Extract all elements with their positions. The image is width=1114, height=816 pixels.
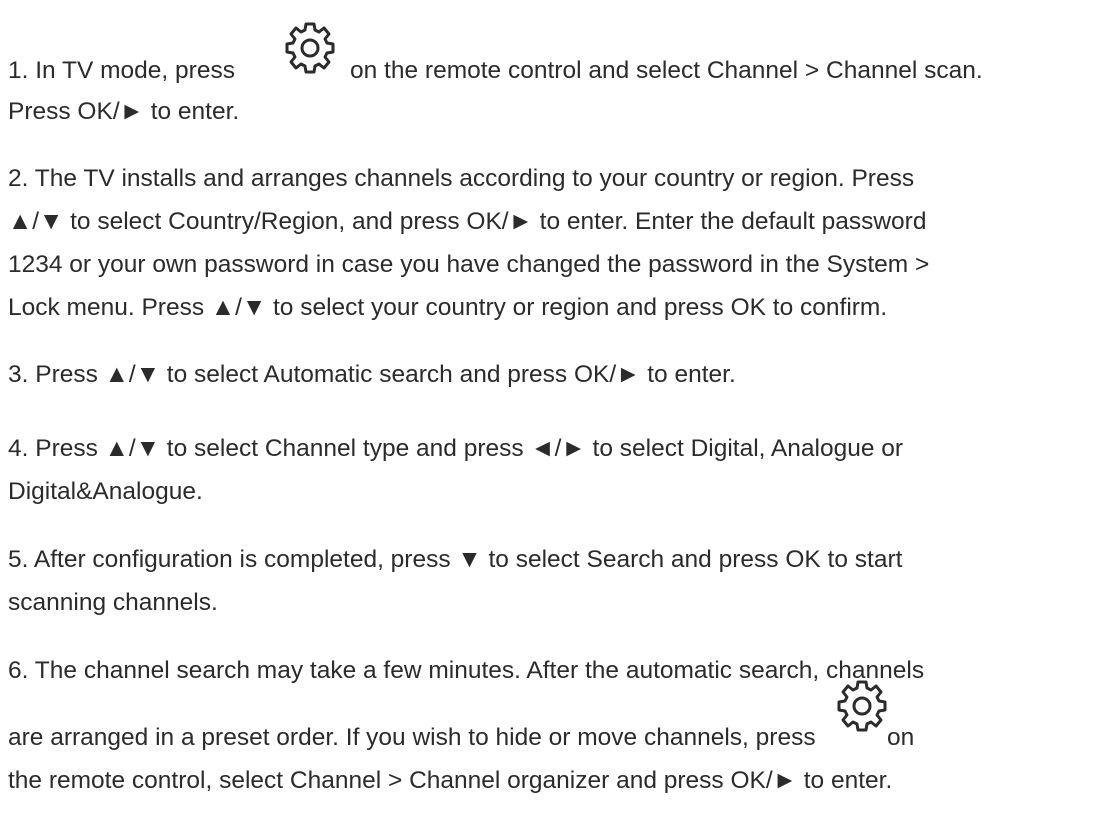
step-5-line-2: scanning channels. [8,589,218,616]
step-6-text-2b: on [887,724,915,751]
step-4-line-1: 4. Press ▲/▼ to select Channel type and … [8,435,904,462]
step-6-text-2a: are arranged in a preset order. If you w… [8,724,816,751]
step-1-line-b: on the remote control and select Channel… [350,56,983,86]
step-6-line-1: 6. The channel search may take a few min… [8,657,925,684]
step-2-line-1: 2. The TV installs and arranges channels… [8,165,915,192]
step-1-line-2: Press OK/► to enter. [8,98,240,125]
step-2-line-4: Lock menu. Press ▲/▼ to select your coun… [8,294,888,321]
step-6-line-2a: are arranged in a preset order. If you w… [8,723,816,753]
step-3-line-1: 3. Press ▲/▼ to select Automatic search … [8,361,736,388]
instructions-document: 1. In TV mode, press on the remote contr… [8,0,1112,816]
step-1-text-a: 1. In TV mode, press [8,57,235,84]
step-1-line-a: 1. In TV mode, press [8,56,235,86]
step-6-line-2b: on [887,723,914,753]
gear-icon [282,18,338,74]
step-4-line-2: Digital&Analogue. [8,478,203,505]
step-5-line-1: 5. After configuration is completed, pre… [8,546,903,573]
step-6-line-3: the remote control, select Channel > Cha… [8,767,893,794]
gear-icon [834,676,890,732]
step-1-text-b: on the remote control and select Channel… [350,57,983,84]
step-2-line-3: 1234 or your own password in case you ha… [8,251,930,278]
step-2-line-2: ▲/▼ to select Country/Region, and press … [8,208,927,235]
